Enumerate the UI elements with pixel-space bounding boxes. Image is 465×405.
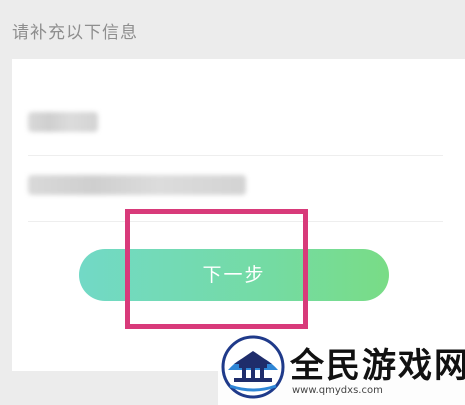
next-step-button[interactable]: 下一步 (79, 249, 389, 301)
temple-logo-icon (221, 335, 285, 399)
field-divider-1 (28, 155, 443, 156)
watermark-site-url: www.qmydxs.com (292, 385, 383, 396)
watermark-site-name: 全民游戏网 (290, 346, 465, 386)
info-form-card: 下一步 (12, 59, 465, 371)
site-watermark: 全民游戏网 www.qmydxs.com (218, 330, 465, 405)
blurred-field-value-1 (28, 112, 98, 132)
form-page: 请补充以下信息 下一步 全民游戏网 www.qmydxs.com (0, 0, 465, 405)
section-title: 请补充以下信息 (12, 23, 138, 43)
blurred-field-value-2 (28, 175, 246, 195)
field-divider-2 (28, 221, 443, 222)
blurred-field-2[interactable] (28, 175, 448, 199)
blurred-field-1[interactable] (28, 112, 448, 136)
